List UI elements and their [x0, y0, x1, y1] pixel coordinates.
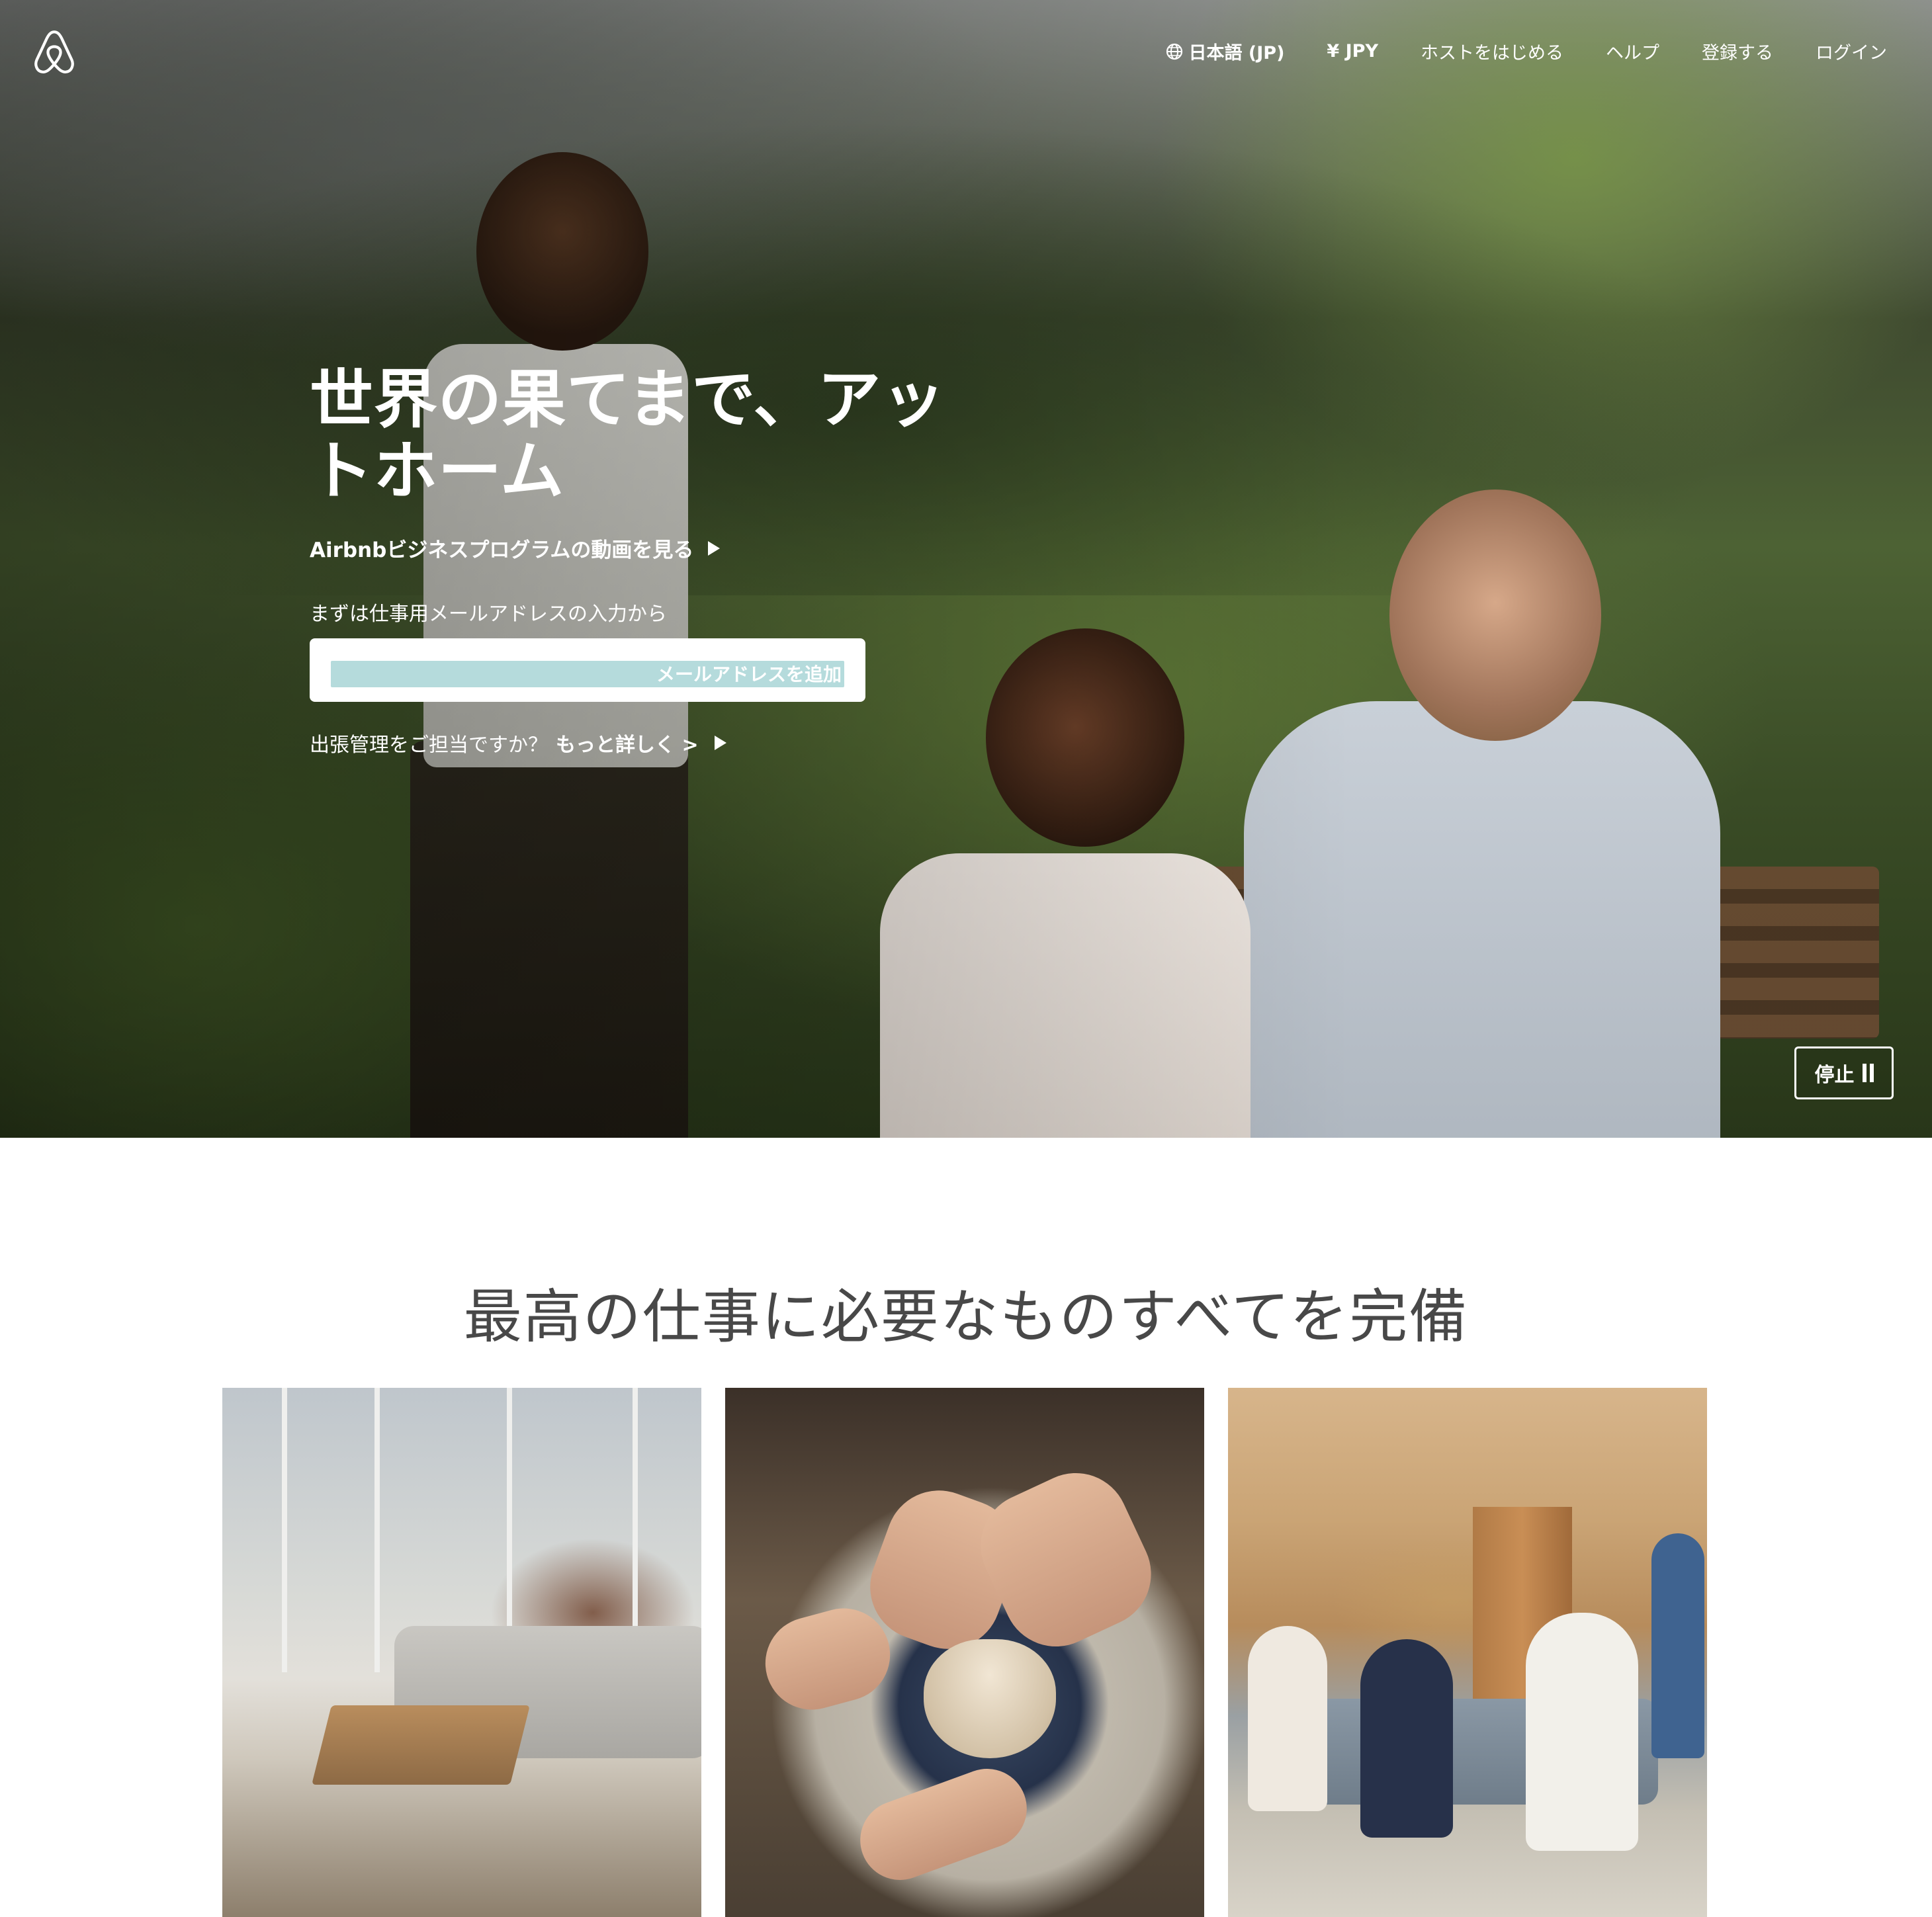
watch-video-label: Airbnbビジネスプログラムの動画を見る: [310, 538, 694, 562]
learn-more-link[interactable]: もっと詳しく >: [556, 728, 726, 757]
pause-video-button[interactable]: 停止: [1794, 1046, 1894, 1099]
card-person: [1360, 1639, 1453, 1838]
play-icon: [714, 736, 726, 750]
email-input[interactable]: [331, 661, 844, 687]
currency-selector[interactable]: ¥ JPY: [1305, 36, 1399, 67]
email-label: まずは仕事用メールアドレスの入力から: [310, 603, 667, 626]
language-selector[interactable]: 日本語 (JP): [1144, 33, 1306, 69]
card-hand: [963, 1455, 1168, 1664]
card-person: [1651, 1533, 1704, 1758]
top-nav: 日本語 (JP) ¥ JPY ホストをはじめる ヘルプ 登録する ログイン: [0, 0, 1932, 106]
hero-section: 日本語 (JP) ¥ JPY ホストをはじめる ヘルプ 登録する ログイン 世界…: [0, 0, 1932, 1138]
travel-manager-question: 出張管理をご担当ですか？: [310, 734, 548, 757]
card-person: [1526, 1613, 1638, 1851]
play-icon: [708, 540, 721, 556]
watch-video-link[interactable]: Airbnbビジネスプログラムの動画を見る: [310, 533, 1037, 563]
host-link[interactable]: ホストをはじめる: [1399, 33, 1585, 69]
hero-content: 世界の果てまで、アットホーム Airbnbビジネスプログラムの動画を見る まずは…: [310, 364, 1037, 757]
hero-title: 世界の果てまで、アットホーム: [310, 362, 946, 508]
card-hand: [849, 1758, 1038, 1891]
card-person: [1248, 1626, 1327, 1811]
card-clay-bowl: [924, 1639, 1056, 1758]
nav-links: 日本語 (JP) ¥ JPY ホストをはじめる ヘルプ 登録する ログイン: [1144, 33, 1909, 69]
pause-label: 停止: [1814, 1064, 1855, 1087]
email-box: [310, 638, 865, 702]
help-link[interactable]: ヘルプ: [1585, 33, 1681, 69]
card-window-frame: [282, 1388, 287, 1672]
feature-cards: [222, 1388, 1707, 1917]
globe-icon: [1166, 43, 1182, 60]
learn-more-label: もっと詳しく >: [556, 734, 699, 757]
card-window-frame: [374, 1388, 380, 1672]
language-label: 日本語 (JP): [1188, 43, 1285, 64]
pause-icon: [1862, 1064, 1874, 1082]
section-title: 最高の仕事に必要なものすべてを完備: [463, 1283, 1469, 1351]
login-link[interactable]: ログイン: [1794, 33, 1908, 69]
travel-manager-line: 出張管理をご担当ですか？ もっと詳しく >: [310, 728, 1037, 757]
card-pottery-image[interactable]: [725, 1388, 1204, 1917]
card-workspace-image[interactable]: [222, 1388, 701, 1917]
card-meeting-image[interactable]: [1228, 1388, 1707, 1917]
airbnb-logo[interactable]: [32, 29, 77, 75]
card-coffee-table: [312, 1705, 530, 1785]
signup-link[interactable]: 登録する: [1681, 33, 1794, 69]
